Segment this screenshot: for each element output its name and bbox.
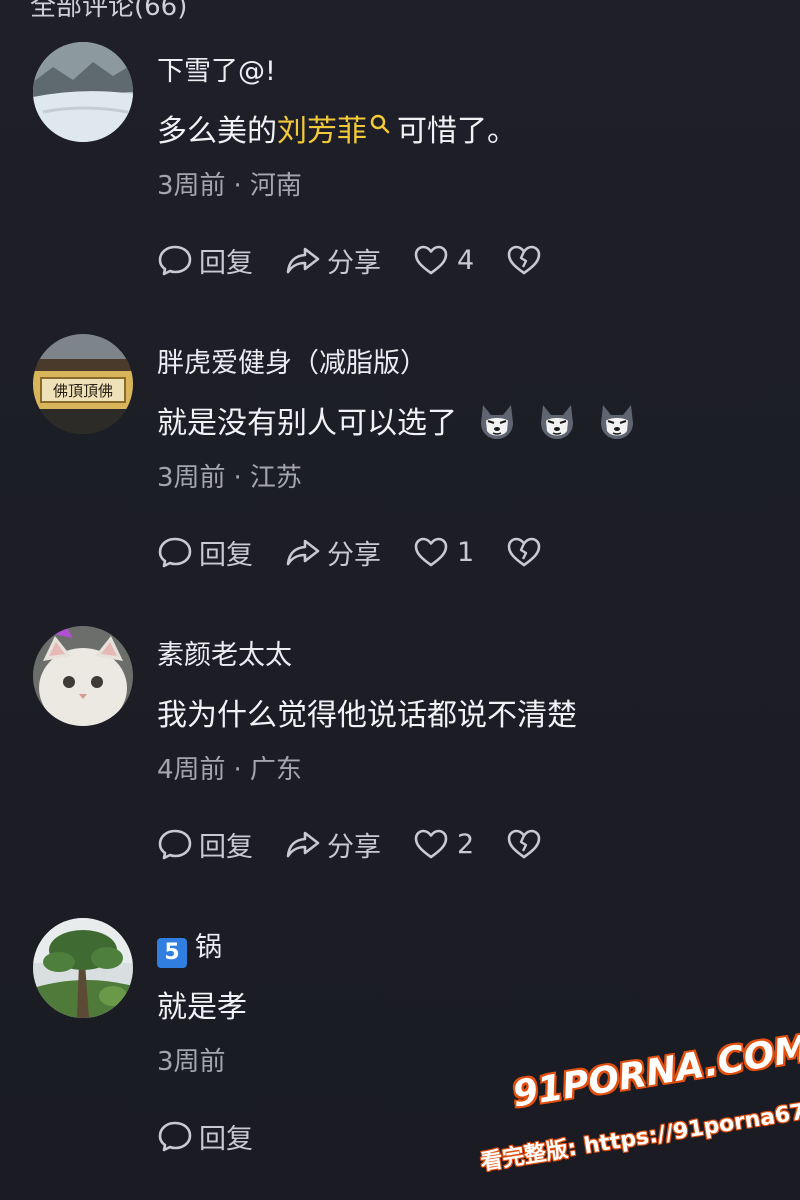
- avatar[interactable]: [33, 918, 133, 1018]
- comment-text: 多么美的刘芳菲 可惜了。: [157, 106, 517, 150]
- like-count: 4: [457, 244, 475, 276]
- username[interactable]: 下雪了@!: [157, 49, 276, 88]
- avatar[interactable]: 佛頂頂佛: [33, 334, 133, 434]
- like-button[interactable]: 4: [413, 242, 474, 278]
- comment-meta: 3周前 · 江苏: [157, 457, 302, 494]
- comment-meta: 4周前 · 广东: [157, 749, 302, 786]
- comment-text: 我为什么觉得他说话都说不清楚: [157, 698, 577, 733]
- separator: ·: [233, 463, 242, 493]
- comment-text: 就是没有别人可以选了: [157, 398, 637, 442]
- comment-meta: 3周前 · 河南: [157, 165, 302, 202]
- location: 广东: [249, 755, 302, 785]
- comment-text: 就是孝: [157, 990, 247, 1025]
- share-arrow-icon: [286, 831, 320, 858]
- reply-button[interactable]: 回复: [157, 241, 253, 280]
- action-bar: 回复 分享 1: [157, 532, 580, 572]
- comment-meta: 3周前: [157, 1041, 226, 1078]
- comment-text-before: 多么美的: [157, 114, 277, 149]
- share-button[interactable]: 分享: [285, 533, 381, 572]
- like-button[interactable]: 1: [413, 534, 474, 570]
- reply-label: 回复: [199, 1123, 253, 1155]
- reply-label: 回复: [199, 539, 253, 571]
- share-label: 分享: [327, 539, 381, 571]
- comments-page: 全部评论(66) 下雪了@! 多么美的刘芳菲可惜了。 3周前·河南 回复: [0, 0, 800, 1200]
- reply-label: 回复: [199, 831, 253, 863]
- comment-bubble-icon: [158, 1121, 192, 1152]
- comment-text-body: 就是没有别人可以选了: [157, 406, 457, 441]
- avatar[interactable]: [33, 42, 133, 142]
- broken-heart-icon: [507, 537, 541, 567]
- username[interactable]: 胖虎爱健身（减脂版）: [157, 341, 427, 380]
- reply-button[interactable]: 回复: [157, 533, 253, 572]
- separator: ·: [233, 171, 242, 201]
- location: 河南: [249, 171, 302, 201]
- comment-item: 佛頂頂佛 胖虎爱健身（减脂版） 就是没有别人可以选了 3周前 · 江苏 回复 分享 …: [0, 292, 800, 584]
- share-arrow-icon: [286, 247, 320, 274]
- timestamp: 3周前: [157, 463, 226, 493]
- username[interactable]: 5锅: [157, 925, 222, 968]
- husky-emoji-icon: [541, 405, 573, 439]
- like-button[interactable]: 2: [413, 826, 474, 862]
- heart-icon: [414, 829, 448, 859]
- comment-item: 素颜老太太 我为什么觉得他说话都说不清楚 4周前 · 广东 回复 分享 2: [0, 584, 800, 876]
- username-text: 锅: [195, 932, 222, 963]
- comment-text-after: 可惜了。: [397, 114, 517, 149]
- comment-item: 5锅 就是孝 3周前 回复: [0, 876, 800, 1168]
- separator: ·: [233, 755, 242, 785]
- dislike-button[interactable]: [506, 242, 548, 278]
- svg-text:佛頂頂佛: 佛頂頂佛: [53, 382, 113, 400]
- comment-bubble-icon: [158, 829, 192, 860]
- share-button[interactable]: 分享: [285, 825, 381, 864]
- like-count: 2: [457, 828, 475, 860]
- broken-heart-icon: [507, 245, 541, 275]
- share-label: 分享: [327, 831, 381, 863]
- action-bar: 回复: [157, 1116, 285, 1156]
- search-icon[interactable]: [369, 113, 391, 135]
- comment-item: 下雪了@! 多么美的刘芳菲 可惜了。 3周前 · 河南 回复 分享 4: [0, 0, 800, 292]
- username[interactable]: 素颜老太太: [157, 633, 292, 672]
- level-badge: 5: [157, 938, 187, 968]
- husky-emoji-icon: [601, 405, 633, 439]
- dislike-button[interactable]: [506, 826, 548, 862]
- share-button[interactable]: 分享: [285, 241, 381, 280]
- timestamp: 3周前: [157, 1047, 226, 1077]
- heart-icon: [414, 245, 448, 275]
- share-arrow-icon: [286, 539, 320, 566]
- mention-link[interactable]: 刘芳菲: [277, 114, 367, 149]
- timestamp: 4周前: [157, 755, 226, 785]
- action-bar: 回复 分享 2: [157, 824, 580, 864]
- reply-button[interactable]: 回复: [157, 1117, 253, 1156]
- reply-button[interactable]: 回复: [157, 825, 253, 864]
- dislike-button[interactable]: [506, 534, 548, 570]
- share-label: 分享: [327, 247, 381, 279]
- comment-bubble-icon: [158, 245, 192, 276]
- timestamp: 3周前: [157, 171, 226, 201]
- husky-emoji-icon: [481, 405, 513, 439]
- broken-heart-icon: [507, 829, 541, 859]
- location: 江苏: [249, 463, 302, 493]
- action-bar: 回复 分享 4: [157, 240, 580, 280]
- avatar[interactable]: [33, 626, 133, 726]
- heart-icon: [414, 537, 448, 567]
- like-count: 1: [457, 536, 475, 568]
- reply-label: 回复: [199, 247, 253, 279]
- comment-bubble-icon: [158, 537, 192, 568]
